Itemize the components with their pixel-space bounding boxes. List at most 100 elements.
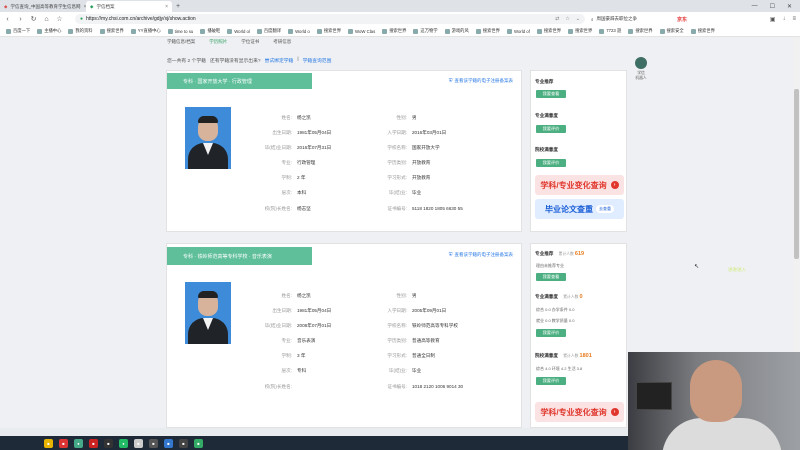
- browser-search-box[interactable]: ⌕ 周国豪辞去职位之争: [591, 14, 671, 24]
- major-change-banner[interactable]: 学科/专业变化查询 ›: [535, 402, 624, 422]
- bookmark-item[interactable]: World of: [506, 28, 530, 34]
- field-label: 学校名称:: [387, 323, 407, 328]
- menu-icon[interactable]: ≡: [792, 16, 796, 23]
- taskbar-app-icon[interactable]: ■: [134, 438, 143, 448]
- bookmark-item[interactable]: 搜索世界: [316, 28, 341, 34]
- url-input[interactable]: ● https://my.chsi.com.cn/archive/gdjy/xj…: [75, 14, 585, 24]
- recommend-view-button[interactable]: 我要查看: [536, 273, 566, 281]
- record-field: 出生日期: 1981年05月04日: [245, 308, 331, 314]
- taskbar-wechat-icon[interactable]: ●: [119, 438, 128, 448]
- verify-link[interactable]: ⛨ 查看该学籍的电子注册备案表: [449, 252, 513, 258]
- bookmark-item[interactable]: 搜索世界: [628, 28, 653, 34]
- dropdown-icon[interactable]: ⌄: [576, 16, 580, 22]
- home-icon[interactable]: ⌂: [43, 16, 50, 23]
- bookmark-favicon-icon: [444, 28, 450, 34]
- close-window-icon[interactable]: ✕: [787, 3, 792, 10]
- bind-record-link[interactable]: 尝试绑定学籍: [265, 57, 294, 64]
- major-rate-button[interactable]: 我要评价: [536, 125, 566, 133]
- field-value: 普通全日制: [412, 353, 435, 358]
- taskbar-chrome-icon[interactable]: ●: [74, 438, 83, 448]
- school-rate-button[interactable]: 我要评价: [536, 159, 566, 167]
- major-change-banner[interactable]: 学科/专业变化查询 ›: [535, 175, 624, 195]
- star-icon[interactable]: ☆: [565, 16, 569, 22]
- record-field: 学历类别: 普通高等教育: [363, 338, 439, 344]
- recommend-view-button[interactable]: 我要查看: [536, 90, 566, 98]
- tab-title: 学信档案: [96, 3, 115, 9]
- taskbar-file-icon[interactable]: ■: [44, 438, 53, 448]
- bookmark-item[interactable]: 我的资料: [68, 28, 93, 34]
- bookmark-item[interactable]: 百度翻译: [256, 28, 281, 34]
- translate-icon[interactable]: ⇄: [555, 16, 559, 22]
- school-rate-button[interactable]: 我要评价: [536, 377, 566, 385]
- bookmark-item[interactable]: time to su: [167, 28, 193, 34]
- bookmark-item[interactable]: 播破鞋: [200, 28, 220, 34]
- robot-assistant[interactable]: 学信 机器人: [632, 57, 650, 81]
- bookmark-item[interactable]: 搜索世界: [475, 28, 500, 34]
- school-satisfaction-title: 院校满意度 累计人数 1801: [535, 353, 592, 359]
- back-icon[interactable]: ‹: [4, 16, 11, 23]
- bookmark-label: World o: [295, 28, 310, 34]
- record-field: 校(院)长姓名:: [245, 384, 297, 390]
- brand-link[interactable]: 京东: [677, 16, 687, 23]
- extension-icon[interactable]: ▣: [770, 16, 776, 23]
- bookmark-item[interactable]: 搜索世界: [99, 28, 124, 34]
- record-field: 证书编号: 5118 1820 1805 6630 55: [363, 206, 462, 212]
- taskbar-app-icon[interactable]: ■: [59, 438, 68, 448]
- bookmark-item[interactable]: 搜索世界: [536, 28, 561, 34]
- thesis-check-banner[interactable]: 毕业论文查重 去查重: [535, 199, 624, 219]
- bookmark-star-icon[interactable]: ☆: [56, 15, 63, 23]
- recommend-subtext: 理由未推荐专业: [536, 263, 564, 268]
- scrollbar-thumb[interactable]: [794, 89, 799, 259]
- maximize-icon[interactable]: ☐: [770, 3, 775, 10]
- field-value: 2016年03月01日: [412, 130, 447, 135]
- close-tab-icon[interactable]: ×: [165, 4, 168, 10]
- taskbar-app-icon[interactable]: ■: [89, 438, 98, 448]
- major-rate-button[interactable]: 我要评价: [536, 329, 566, 337]
- background-monitor: [636, 382, 672, 410]
- taskbar-app-icon[interactable]: ■: [179, 438, 188, 448]
- record-scope-link[interactable]: 学籍查询范围: [303, 57, 332, 64]
- sidebar-panel-1: 专业推荐 我要查看 专业满意度 我要评价 院校满意度 我要评价 学科/专业变化查…: [530, 70, 627, 232]
- bookmark-item[interactable]: 搜索世界: [690, 28, 715, 34]
- bookmark-item[interactable]: 7723 遊: [599, 28, 621, 34]
- site-subnav: 学籍信息/档案 学历照片 学位证书 考研信息: [167, 37, 291, 46]
- bookmark-item[interactable]: 百度一下: [6, 28, 30, 34]
- reload-icon[interactable]: ↻: [30, 15, 37, 23]
- url-text: https://my.chsi.com.cn/archive/gdjy/xj/s…: [86, 16, 196, 22]
- bookmark-item[interactable]: 搜索世界: [382, 28, 406, 34]
- browser-tab-active[interactable]: ◆ 学信档案 ×: [86, 1, 172, 12]
- subnav-exam[interactable]: 考研信息: [273, 39, 291, 45]
- thesis-check-button[interactable]: 去查重: [596, 205, 614, 213]
- bookmark-item[interactable]: YY直播中心: [130, 28, 161, 34]
- subnav-photo[interactable]: 学历照片: [209, 39, 227, 45]
- bookmark-item[interactable]: World o: [288, 28, 310, 34]
- new-tab-button[interactable]: +: [172, 1, 184, 12]
- subnav-degree[interactable]: 学位证书: [241, 39, 259, 45]
- arrow-right-icon: ›: [610, 408, 619, 416]
- taskbar-app-icon[interactable]: ■: [164, 438, 173, 448]
- bookmark-item[interactable]: 主播中心: [37, 28, 61, 34]
- bookmark-label: 这万物学: [420, 28, 438, 33]
- bookmark-item[interactable]: 游戏的风: [444, 28, 469, 34]
- bookmark-item[interactable]: WoW Clas: [348, 28, 375, 34]
- browser-tab[interactable]: ◆ 学信查询_中国高等教育学生信息网 ×: [0, 1, 86, 12]
- taskbar-app-icon[interactable]: ■: [149, 438, 158, 448]
- bookmark-item[interactable]: World ol: [227, 28, 250, 34]
- subnav-archive[interactable]: 学籍信息/档案: [167, 39, 195, 45]
- bookmark-favicon-icon: [413, 28, 419, 34]
- bookmark-item[interactable]: 这万物学: [413, 28, 438, 34]
- bookmark-favicon-icon: [599, 28, 605, 34]
- taskbar-app-icon[interactable]: ■: [104, 438, 113, 448]
- bookmark-item[interactable]: 搜索安全: [659, 28, 684, 34]
- major-score-row: 综合 0.0 办学条件 0.0: [536, 307, 575, 312]
- banner-text: 毕业论文查重: [545, 204, 593, 214]
- forward-icon[interactable]: ›: [17, 16, 24, 23]
- verify-link[interactable]: ⛨ 查看该学籍的电子注册备案表: [449, 78, 513, 84]
- bookmark-item[interactable]: 搜索世界: [568, 28, 592, 34]
- summary-line: 您一共有 2 个学籍 还有学籍没有显示出来? 尝试绑定学籍 | 学籍查询范围: [167, 57, 332, 64]
- download-icon[interactable]: ↓: [782, 16, 785, 23]
- taskbar-app-icon[interactable]: ■: [194, 438, 203, 448]
- count-value: 619: [574, 251, 585, 257]
- browser-tabbar: ◆ 学信查询_中国高等教育学生信息网 × ◆ 学信档案 × + — ☐ ✕: [0, 0, 800, 12]
- minimize-icon[interactable]: —: [752, 3, 758, 9]
